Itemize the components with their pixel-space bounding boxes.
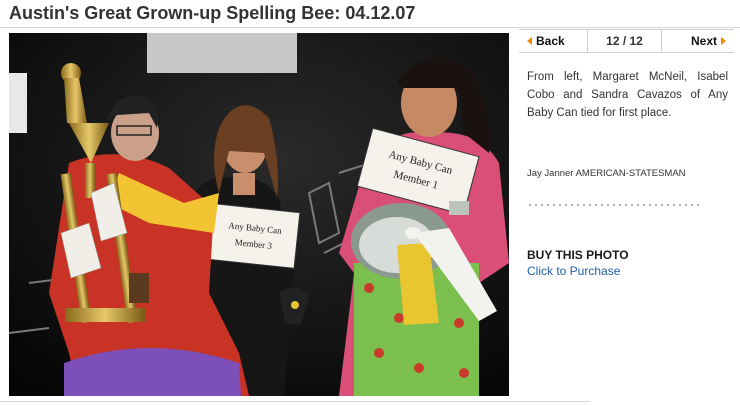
gallery-navigation: Back 12 / 12 Next [519, 29, 734, 53]
photo-counter: 12 / 12 [606, 34, 643, 48]
page-title: Austin's Great Grown-up Spelling Bee: 04… [9, 3, 416, 23]
arrow-right-icon [721, 37, 726, 45]
title-divider [0, 27, 740, 28]
purchase-link[interactable]: Click to Purchase [527, 264, 620, 278]
bottom-divider [0, 401, 590, 402]
back-label: Back [536, 34, 565, 48]
buy-photo-heading: BUY THIS PHOTO [527, 248, 629, 262]
gallery-photo: Any Baby Can Member 3 Any Baby Can Membe… [9, 33, 509, 396]
photo-credit: Jay Janner AMERICAN-STATESMAN [527, 168, 686, 179]
photo-caption: From left, Margaret McNeil, Isabel Cobo … [527, 71, 728, 119]
back-button[interactable]: Back [519, 34, 587, 48]
next-button[interactable]: Next [661, 30, 734, 52]
next-label: Next [690, 34, 717, 48]
dotted-divider [527, 204, 703, 206]
arrow-left-icon [527, 37, 532, 45]
